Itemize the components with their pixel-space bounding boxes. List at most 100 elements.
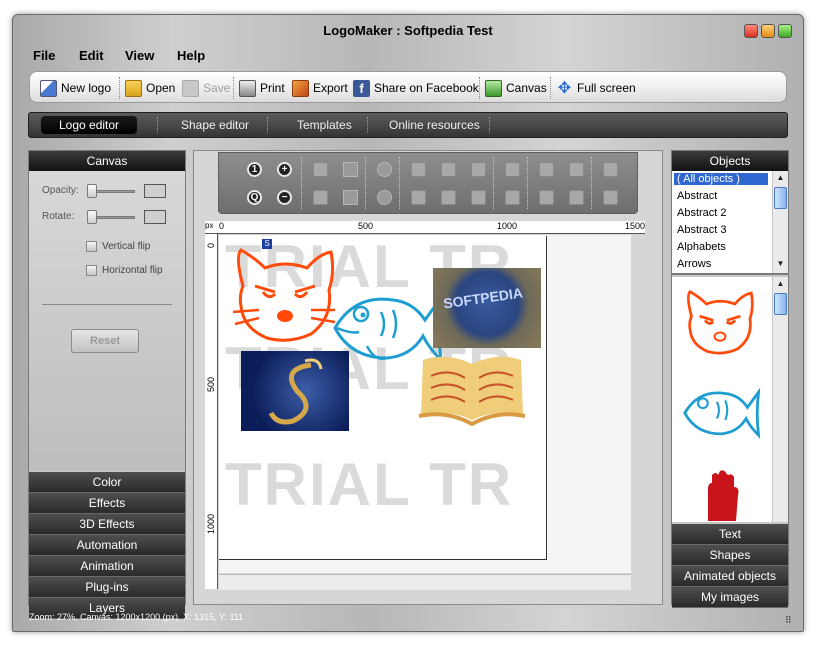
- ruler-left-tick: 0: [206, 242, 216, 248]
- logo-canvas[interactable]: TRIAL TR TRIAL TR TRIAL TR S SOFTPEDIA: [219, 236, 547, 560]
- tab-templates[interactable]: Templates: [297, 118, 352, 132]
- zoom-out-icon[interactable]: −: [277, 190, 292, 205]
- book-logo-object[interactable]: [417, 354, 527, 426]
- scroll-thumb[interactable]: [774, 293, 787, 315]
- align-center-icon[interactable]: [471, 162, 486, 177]
- share-facebook-label: Share on Facebook: [374, 81, 479, 95]
- cat-logo-object[interactable]: [231, 246, 339, 346]
- maximize-window-button[interactable]: [778, 24, 792, 38]
- category-item[interactable]: ( All objects ): [674, 173, 768, 185]
- delete-icon[interactable]: [343, 190, 358, 205]
- opacity-slider-thumb[interactable]: [87, 184, 97, 198]
- save-button[interactable]: Save: [182, 79, 230, 97]
- align-right-icon[interactable]: [411, 190, 426, 205]
- reset-button[interactable]: Reset: [71, 329, 139, 353]
- redo-icon[interactable]: [377, 190, 392, 205]
- section-animation[interactable]: Animation: [29, 556, 185, 577]
- category-item[interactable]: Abstract 3: [677, 224, 727, 236]
- title-bar[interactable]: LogoMaker : Softpedia Test: [13, 15, 803, 45]
- menu-file[interactable]: File: [33, 48, 55, 63]
- close-window-button[interactable]: [744, 24, 758, 38]
- ungroup-icon[interactable]: [569, 190, 584, 205]
- horizontal-scrollbar[interactable]: [219, 574, 631, 590]
- preview-scrollbar[interactable]: ▲: [772, 277, 788, 522]
- main-toolbar: New logo Open Save Print Export f Share …: [29, 71, 787, 103]
- edit-tools-bar: 1 + Q −: [218, 152, 638, 214]
- print-button[interactable]: Print: [239, 79, 285, 97]
- bring-front-icon[interactable]: [505, 162, 520, 177]
- horizontal-flip-checkbox[interactable]: [86, 265, 97, 276]
- menu-edit[interactable]: Edit: [79, 48, 104, 63]
- objects-panel: Objects ( All objects ) Abstract Abstrac…: [671, 150, 789, 608]
- cut-icon[interactable]: [343, 162, 358, 177]
- vertical-flip-checkbox[interactable]: [86, 241, 97, 252]
- section-3d-effects[interactable]: 3D Effects: [29, 514, 185, 535]
- scroll-up-icon[interactable]: ▲: [773, 277, 788, 291]
- object-category-list[interactable]: ( All objects ) Abstract Abstract 2 Abst…: [672, 171, 788, 275]
- align-left-icon[interactable]: [411, 162, 426, 177]
- scroll-up-icon[interactable]: ▲: [773, 171, 788, 185]
- section-shapes[interactable]: Shapes: [672, 545, 788, 566]
- panel-divider: [42, 304, 172, 305]
- tab-logo-editor[interactable]: Logo editor: [41, 116, 138, 134]
- menu-help[interactable]: Help: [177, 48, 205, 63]
- folder-icon: [125, 79, 142, 97]
- category-item[interactable]: Abstract: [677, 190, 717, 202]
- resize-icon[interactable]: [603, 162, 618, 177]
- softpedia-text: SOFTPEDIA: [442, 284, 524, 312]
- category-item[interactable]: Arrows: [677, 258, 711, 270]
- left-accordion: Color Effects 3D Effects Automation Anim…: [29, 472, 185, 619]
- full-screen-button[interactable]: ✥ Full screen: [556, 79, 636, 97]
- section-color[interactable]: Color: [29, 472, 185, 493]
- canvas-panel-header[interactable]: Canvas: [29, 151, 185, 171]
- align-top-icon[interactable]: [441, 162, 456, 177]
- hand-preview-item[interactable]: [702, 469, 742, 521]
- category-item[interactable]: Alphabets: [677, 241, 726, 253]
- work-area[interactable]: TRIAL TR TRIAL TR TRIAL TR S SOFTPEDIA: [219, 235, 631, 573]
- minimize-window-button[interactable]: [761, 24, 775, 38]
- category-item[interactable]: Abstract 2: [677, 207, 727, 219]
- section-my-images[interactable]: My images: [672, 587, 788, 608]
- export-button[interactable]: Export: [292, 79, 348, 97]
- scroll-thumb[interactable]: [774, 187, 787, 209]
- group-icon[interactable]: [569, 162, 584, 177]
- section-text[interactable]: Text: [672, 524, 788, 545]
- object-preview-list[interactable]: ▲: [672, 277, 788, 522]
- dragon-image-object[interactable]: [241, 351, 349, 431]
- scroll-down-icon[interactable]: ▼: [773, 257, 788, 271]
- softpedia-image-object[interactable]: SOFTPEDIA: [433, 268, 541, 348]
- export-icon: [292, 79, 309, 97]
- lock-icon[interactable]: [539, 162, 554, 177]
- opacity-input[interactable]: [144, 184, 166, 198]
- copy-icon[interactable]: [313, 162, 328, 177]
- rotate-slider-thumb[interactable]: [87, 210, 97, 224]
- align-bottom-icon[interactable]: [441, 190, 456, 205]
- zoom-actual-icon[interactable]: Q: [247, 190, 262, 205]
- rotate-input[interactable]: [144, 210, 166, 224]
- share-facebook-button[interactable]: f Share on Facebook: [353, 79, 479, 97]
- zoom-in-icon[interactable]: +: [277, 162, 292, 177]
- category-scrollbar[interactable]: ▲ ▼: [772, 171, 788, 273]
- new-logo-button[interactable]: New logo: [40, 79, 111, 97]
- section-animated-objects[interactable]: Animated objects: [672, 566, 788, 587]
- undo-icon[interactable]: [377, 162, 392, 177]
- cat-preview-item[interactable]: [682, 289, 758, 357]
- menu-view[interactable]: View: [125, 48, 154, 63]
- section-effects[interactable]: Effects: [29, 493, 185, 514]
- tab-online-resources[interactable]: Online resources: [389, 118, 480, 132]
- fish-preview-item[interactable]: [682, 385, 760, 441]
- align-middle-icon[interactable]: [471, 190, 486, 205]
- send-back-icon[interactable]: [505, 190, 520, 205]
- paste-icon[interactable]: [313, 190, 328, 205]
- zoom-fit-icon[interactable]: 1: [247, 162, 262, 177]
- open-button[interactable]: Open: [125, 79, 175, 97]
- section-plug-ins[interactable]: Plug-ins: [29, 577, 185, 598]
- objects-panel-header[interactable]: Objects: [672, 151, 788, 171]
- section-automation[interactable]: Automation: [29, 535, 185, 556]
- unlock-icon[interactable]: [539, 190, 554, 205]
- trial-watermark: TRIAL TR: [225, 451, 514, 518]
- canvas-button[interactable]: Canvas: [485, 79, 547, 97]
- tab-shape-editor[interactable]: Shape editor: [181, 118, 249, 132]
- fit-icon[interactable]: [603, 190, 618, 205]
- resize-grip-icon[interactable]: ⠿: [785, 615, 795, 625]
